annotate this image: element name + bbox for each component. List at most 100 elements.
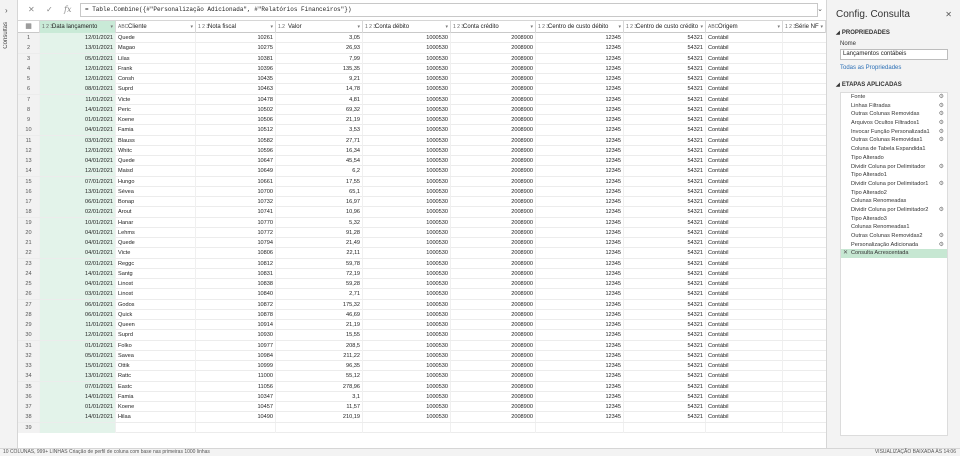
table-cell[interactable]: 1000530 xyxy=(363,227,451,238)
gear-icon[interactable]: ⚙ xyxy=(939,110,944,119)
table-cell[interactable]: 10661 xyxy=(196,176,276,187)
table-cell[interactable]: 10872 xyxy=(196,299,276,310)
table-cell[interactable]: 12345 xyxy=(536,279,624,289)
table-row[interactable]: 34 13/01/2021 Rattc 11000 55,12 1000530 200890… xyxy=(18,371,826,382)
table-cell[interactable]: 11000 xyxy=(196,371,276,382)
table-cell[interactable]: 10582 xyxy=(196,135,276,146)
table-cell[interactable]: 10457 xyxy=(196,402,276,412)
table-cell[interactable]: 54321 xyxy=(624,63,706,74)
table-cell[interactable]: 2008900 xyxy=(451,156,536,166)
table-cell[interactable]: 2008900 xyxy=(451,125,536,136)
table-cell[interactable]: 12345 xyxy=(536,402,624,412)
table-cell[interactable]: 01/01/2021 xyxy=(40,115,116,125)
table-cell[interactable]: 12/01/2021 xyxy=(40,33,116,43)
table-cell[interactable]: 1000530 xyxy=(363,299,451,310)
table-cell[interactable]: Contábil xyxy=(706,217,783,228)
table-cell[interactable]: 1000530 xyxy=(363,402,451,412)
applied-step[interactable]: Tipo Alterado1 xyxy=(841,171,947,180)
table-cell[interactable]: 2008900 xyxy=(451,145,536,156)
table-cell[interactable]: 2008900 xyxy=(451,53,536,64)
table-cell[interactable]: Lehms xyxy=(116,227,196,238)
column-filter-icon[interactable]: ▾ xyxy=(820,21,823,33)
table-cell[interactable]: Savea xyxy=(116,350,196,361)
table-cell[interactable]: Contábil xyxy=(706,176,783,187)
table-cell[interactable]: 14/01/2021 xyxy=(40,104,116,115)
table-row[interactable]: 32 05/01/2021 Savea 10984 211,22 1000530 20089… xyxy=(18,350,826,361)
table-cell[interactable]: 54321 xyxy=(624,94,706,105)
table-cell[interactable]: Queen xyxy=(116,320,196,330)
table-cell[interactable]: 1000530 xyxy=(363,43,451,54)
table-cell[interactable]: Contábil xyxy=(706,125,783,136)
table-row[interactable]: 9 01/01/2021 Koene 10506 21,19 1000530 2008900… xyxy=(18,115,826,126)
column-header[interactable]: 1 2 3Data lançamento ▾ xyxy=(40,21,116,33)
column-type-icon[interactable]: 1.2 xyxy=(278,21,288,33)
table-cell[interactable]: Peric xyxy=(116,104,196,115)
table-cell[interactable]: 02/01/2021 xyxy=(40,207,116,218)
table-cell[interactable]: 69,32 xyxy=(276,104,363,115)
table-cell[interactable]: 46,69 xyxy=(276,309,363,320)
table-cell[interactable]: Lilas xyxy=(116,53,196,64)
table-cell[interactable]: Contábil xyxy=(706,299,783,310)
table-cell[interactable] xyxy=(451,422,536,433)
table-cell[interactable]: 14/01/2021 xyxy=(40,412,116,423)
table-cell[interactable]: Contábil xyxy=(706,309,783,320)
gear-icon[interactable]: ⚙ xyxy=(939,128,944,137)
table-cell[interactable]: 12345 xyxy=(536,197,624,207)
table-row[interactable]: 22 04/01/2021 Victe 10806 22,11 1000530 200890… xyxy=(18,248,826,259)
table-row[interactable]: 33 15/01/2021 Ottik 10999 96,35 1000530 200890… xyxy=(18,361,826,372)
table-cell[interactable]: 1000530 xyxy=(363,340,451,351)
column-header[interactable]: 1 2 3Nota fiscal ▾ xyxy=(196,21,276,33)
table-cell[interactable]: 06/01/2021 xyxy=(40,197,116,207)
table-cell[interactable]: 04/01/2021 xyxy=(40,238,116,248)
delete-step-icon[interactable]: ✕ xyxy=(843,249,848,258)
table-cell[interactable]: 10806 xyxy=(196,248,276,259)
table-cell[interactable]: 10275 xyxy=(196,43,276,54)
table-cell[interactable]: 54321 xyxy=(624,115,706,125)
table-cell[interactable]: Eastc xyxy=(116,381,196,392)
table-cell[interactable]: Frank xyxy=(116,63,196,74)
column-filter-icon[interactable]: ▾ xyxy=(445,21,448,33)
table-cell[interactable]: Contábil xyxy=(706,115,783,125)
table-cell[interactable]: 12345 xyxy=(536,309,624,320)
table-cell[interactable]: 1000530 xyxy=(363,115,451,125)
table-cell[interactable]: 08/01/2021 xyxy=(40,84,116,95)
table-cell[interactable]: Contábil xyxy=(706,43,783,54)
table-cell[interactable]: 1000530 xyxy=(363,320,451,330)
table-cell[interactable]: Contábil xyxy=(706,350,783,361)
formula-input[interactable]: = Table.Combine({#"Personalização Adicio… xyxy=(80,3,818,17)
table-cell[interactable]: 54321 xyxy=(624,248,706,259)
column-filter-icon[interactable]: ▾ xyxy=(357,21,360,33)
table-cell[interactable]: 1000530 xyxy=(363,74,451,84)
table-cell[interactable]: 278,96 xyxy=(276,381,363,392)
table-cell[interactable] xyxy=(276,422,363,433)
column-filter-icon[interactable]: ▾ xyxy=(618,21,621,33)
table-cell[interactable]: 1000530 xyxy=(363,156,451,166)
table-row[interactable]: 12 12/01/2021 Whitc 10596 16,34 1000530 200890… xyxy=(18,145,826,156)
gear-icon[interactable]: ⚙ xyxy=(939,102,944,111)
applied-step[interactable]: Coluna de Tabela Expandida1 xyxy=(841,145,947,154)
table-cell[interactable]: 2008900 xyxy=(451,63,536,74)
table-cell[interactable]: Quede xyxy=(116,33,196,43)
table-cell[interactable]: 54321 xyxy=(624,279,706,289)
table-cell[interactable]: 1000530 xyxy=(363,238,451,248)
close-icon[interactable]: ✕ xyxy=(28,5,35,14)
table-cell[interactable]: 1000530 xyxy=(363,309,451,320)
table-cell[interactable]: 1000530 xyxy=(363,145,451,156)
table-row[interactable]: 11 03/01/2021 Blauss 10582 27,71 1000530 20089… xyxy=(18,135,826,146)
table-cell[interactable]: 12345 xyxy=(536,63,624,74)
table-cell[interactable]: 2008900 xyxy=(451,350,536,361)
table-cell[interactable]: 10463 xyxy=(196,84,276,95)
table-cell[interactable]: 91,28 xyxy=(276,227,363,238)
properties-header[interactable]: ◢ PROPRIEDADES xyxy=(836,30,890,36)
table-cell[interactable]: 22,11 xyxy=(276,248,363,259)
table-cell[interactable]: 10381 xyxy=(196,53,276,64)
table-row[interactable]: 26 03/01/2021 Linost 10840 2,71 1000530 200890… xyxy=(18,289,826,300)
table-row[interactable]: 20 04/01/2021 Lehms 10772 91,28 1000530 200890… xyxy=(18,227,826,238)
table-cell[interactable]: 2008900 xyxy=(451,33,536,43)
column-header[interactable]: 1 2 3Centro de custo débito ▾ xyxy=(536,21,624,33)
column-filter-icon[interactable]: ▾ xyxy=(700,21,703,33)
column-type-icon[interactable]: 1 2 3 xyxy=(785,21,796,33)
table-cell[interactable]: 54321 xyxy=(624,340,706,351)
table-cell[interactable]: 12345 xyxy=(536,135,624,146)
table-cell[interactable] xyxy=(624,422,706,433)
